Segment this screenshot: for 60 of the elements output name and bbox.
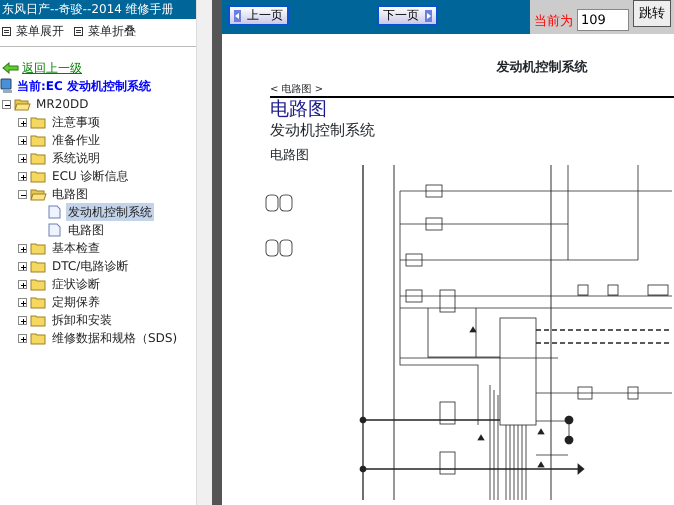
current-section-label: 当前:EC 发动机控制系统 — [17, 78, 151, 95]
collapse-icon[interactable] — [18, 190, 27, 198]
running-header: 发动机控制系统 — [496, 60, 588, 75]
menu-link[interactable]: 菜单展开 — [2, 22, 64, 40]
tree-item[interactable]: 基本检查 — [50, 239, 102, 257]
tree-item[interactable]: DTC/电路诊断 — [50, 257, 130, 275]
jump-button[interactable]: 跳转 — [633, 0, 671, 27]
tree-item[interactable]: 准备作业 — [50, 131, 102, 149]
tree-item[interactable]: 维修数据和规格（SDS) — [50, 329, 180, 347]
tree-item[interactable]: 电路图 — [50, 185, 90, 203]
tree-item[interactable]: 发动机控制系统 — [66, 203, 154, 221]
expand-icon[interactable] — [18, 244, 27, 252]
folder-icon — [30, 241, 47, 255]
tree-item[interactable]: 电路图 — [66, 221, 106, 239]
current-page-label: 当前为 — [534, 12, 573, 30]
folder-icon — [14, 97, 31, 111]
figure-caption: 电路图 — [270, 148, 309, 162]
expand-icon[interactable] — [18, 298, 27, 306]
folder-icon — [30, 331, 47, 345]
previous-page-button[interactable]: 上一页 — [228, 5, 289, 26]
folder-icon — [30, 169, 47, 183]
expand-icon[interactable] — [18, 334, 27, 342]
page-subheading: 发动机控制系统 — [270, 120, 375, 138]
folder-icon — [30, 259, 47, 273]
document-icon — [46, 205, 63, 219]
computer-icon — [0, 78, 14, 94]
tree-item[interactable]: 拆卸和安装 — [50, 311, 114, 329]
tree-item[interactable]: 定期保养 — [50, 293, 102, 311]
tree-item[interactable]: MR20DD — [34, 95, 90, 113]
expand-icon[interactable] — [18, 262, 27, 270]
folder-icon — [30, 151, 47, 165]
folder-icon — [30, 115, 47, 129]
collapse-icon[interactable] — [2, 100, 11, 108]
expand-icon[interactable] — [18, 172, 27, 180]
folder-icon — [30, 133, 47, 147]
expand-icon[interactable] — [18, 136, 27, 144]
left-arrow-icon — [234, 10, 241, 22]
folder-icon — [30, 295, 47, 309]
menu-link[interactable]: 菜单折叠 — [74, 22, 136, 40]
tree-item[interactable]: 系统说明 — [50, 149, 102, 167]
folder-icon — [30, 277, 47, 291]
folder-icon — [30, 187, 47, 201]
next-page-button[interactable]: 下一页 — [377, 5, 438, 26]
back-arrow-icon[interactable] — [2, 62, 19, 74]
document-icon — [46, 223, 63, 237]
right-arrow-icon — [425, 10, 432, 22]
page-number-field[interactable]: 109 — [577, 9, 629, 31]
expand-icon[interactable] — [18, 154, 27, 162]
section-tag: < 电路图 > — [270, 84, 324, 94]
tree-item[interactable]: ECU 诊断信息 — [50, 167, 131, 185]
expand-icon[interactable] — [18, 316, 27, 324]
tree-item[interactable]: 症状诊断 — [50, 275, 102, 293]
tree-item[interactable]: 注意事项 — [50, 113, 102, 131]
folder-icon — [30, 313, 47, 327]
expand-icon[interactable] — [18, 118, 27, 126]
sidebar-title: 东风日产--奇骏--2014 维修手册 — [0, 0, 196, 19]
back-link[interactable]: 返回上一级 — [22, 59, 82, 77]
page-heading: 电路图 — [270, 98, 327, 120]
scrollbar[interactable] — [196, 0, 212, 505]
expand-icon[interactable] — [18, 280, 27, 288]
